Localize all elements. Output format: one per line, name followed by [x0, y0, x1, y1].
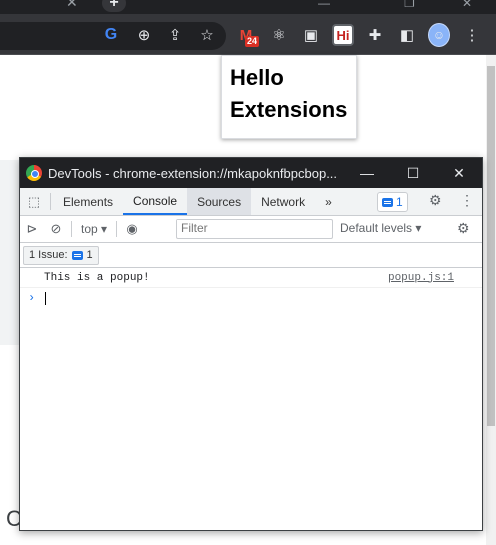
context-value: top [81, 222, 98, 236]
divider [50, 193, 51, 210]
console-filter-input[interactable] [177, 220, 330, 236]
live-expression-eye-icon[interactable]: ◉ [120, 221, 144, 237]
message-icon [71, 250, 83, 260]
extension-popup: Hello Extensions [221, 55, 357, 139]
issues-count: 1 [396, 195, 403, 209]
devtools-tabbar: ⬚ Elements Console Sources Network » 1 ⚙… [20, 188, 482, 216]
close-icon[interactable]: ✕ [436, 165, 482, 182]
chrome-logo-icon [26, 165, 42, 181]
devtools-title: DevTools - chrome-extension://mkapoknfbp… [48, 165, 338, 181]
tab-sources[interactable]: Sources [187, 188, 252, 215]
menu-icon[interactable]: ⋮ [461, 24, 483, 46]
settings-gear-icon[interactable]: ⚙ [429, 192, 442, 209]
restore-icon[interactable]: ❐ [404, 0, 415, 10]
console-prompt[interactable]: › [20, 288, 482, 308]
page-scrollbar-thumb[interactable] [487, 66, 495, 426]
issues-bar: 1 Issue: 1 [20, 243, 482, 268]
browser-toolbar: G ⊕ ⇪ ☆ M ⚛ ▣ Hi ✚ ◧ ☺ ⋮ [0, 14, 496, 55]
prompt-chevron-icon: › [28, 291, 36, 305]
popup-heading-line1: Hello [230, 65, 284, 90]
extension-badge: 24 [245, 36, 260, 47]
issues-chip-button[interactable]: 1 Issue: 1 [23, 245, 99, 265]
more-options-icon[interactable]: ⋮ [460, 192, 474, 209]
close-window-icon[interactable]: ✕ [462, 0, 472, 10]
new-tab-button[interactable]: + [102, 0, 126, 12]
react-devtools-icon[interactable]: ⚛ [268, 24, 290, 46]
profile-avatar-icon[interactable]: ☺ [428, 23, 450, 47]
tab-console[interactable]: Console [123, 188, 188, 215]
zoom-icon[interactable]: ⊕ [133, 24, 155, 46]
console-log-row: This is a popup! popup.js:1 [20, 268, 482, 288]
log-message: This is a popup! [44, 271, 150, 284]
page-side-panel [0, 160, 20, 345]
extension-icon[interactable]: ▣ [300, 24, 322, 46]
devtools-window: DevTools - chrome-extension://mkapoknfbp… [19, 157, 483, 531]
text-caret [45, 291, 47, 305]
bookmark-star-icon[interactable]: ☆ [196, 24, 218, 46]
log-levels-dropdown[interactable]: Default levels ▾ [340, 221, 421, 235]
message-icon [382, 197, 393, 207]
share-icon[interactable]: ⇪ [164, 24, 186, 46]
popup-heading-line2: Extensions [230, 97, 348, 122]
puzzle-icon[interactable]: ✚ [364, 24, 386, 46]
console-toolbar: ⊳ ⊘ top ▾ ◉ Default levels ▾ ⚙ [20, 216, 482, 243]
issues-label: 1 Issue: [29, 249, 68, 261]
hi-extension-label: Hi [334, 26, 352, 44]
minimize-icon[interactable]: — [344, 165, 390, 181]
divider [71, 221, 72, 237]
log-levels-label: Default levels [340, 221, 413, 235]
sidebar-toggle-icon[interactable]: ⊳ [20, 221, 44, 237]
popup-heading: Hello Extensions [222, 56, 356, 132]
tab-strip: ✕ + — ❐ ✕ [0, 0, 496, 14]
minimize-icon[interactable]: — [318, 0, 330, 10]
google-icon[interactable]: G [100, 24, 122, 46]
devtools-titlebar: DevTools - chrome-extension://mkapoknfbp… [20, 158, 482, 188]
issues-chip-count: 1 [86, 249, 93, 261]
clear-console-icon[interactable]: ⊘ [44, 221, 68, 237]
tab-elements[interactable]: Elements [53, 188, 123, 215]
issues-counter-button[interactable]: 1 [377, 192, 408, 212]
divider [116, 221, 118, 237]
maximize-icon[interactable]: ☐ [390, 165, 436, 182]
close-tab-icon[interactable]: ✕ [66, 0, 78, 9]
sidepanel-icon[interactable]: ◧ [396, 24, 418, 46]
log-source-link[interactable]: popup.js:1 [388, 272, 454, 284]
more-tabs-chevron-icon[interactable]: » [315, 188, 342, 215]
tab-network[interactable]: Network [251, 188, 315, 215]
console-settings-gear-icon[interactable]: ⚙ [457, 220, 470, 237]
context-selector[interactable]: top ▾ [75, 222, 113, 236]
hi-extension-icon[interactable]: Hi [332, 24, 354, 46]
filter-box[interactable] [176, 219, 333, 239]
inspect-element-icon[interactable]: ⬚ [20, 188, 48, 215]
